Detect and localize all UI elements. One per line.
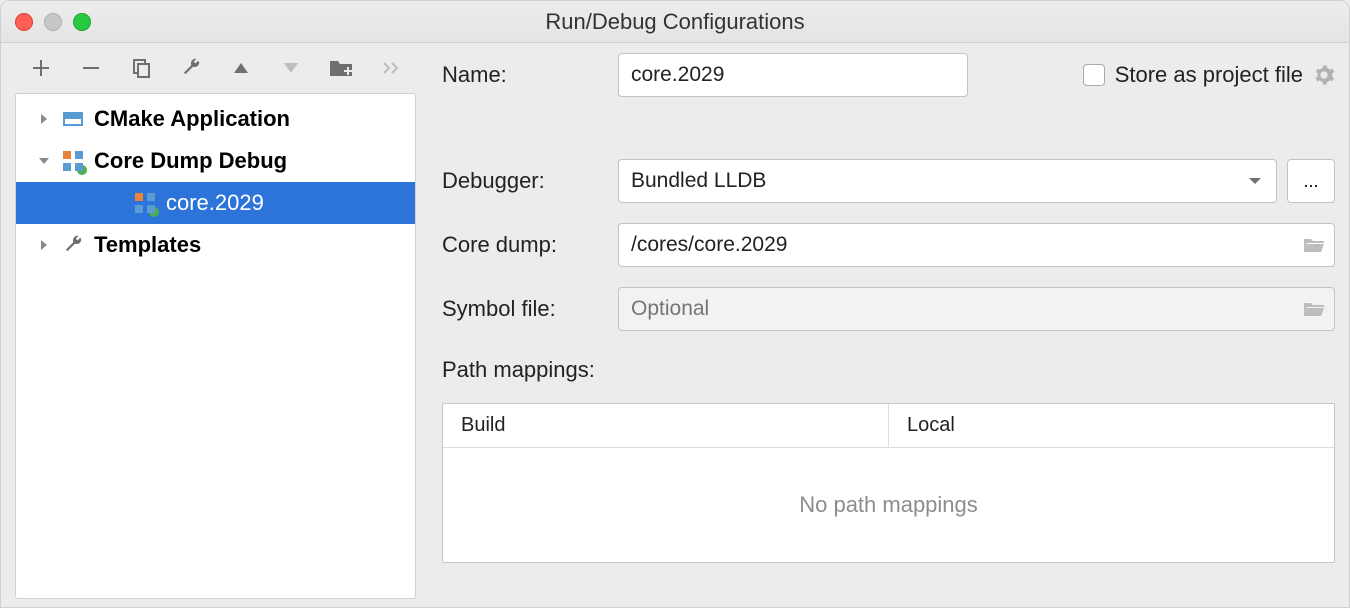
tree-node-core-2029[interactable]: ▶ core.2029 — [16, 182, 415, 224]
tree-node-label: core.2029 — [166, 190, 264, 216]
store-checkbox[interactable] — [1083, 64, 1105, 86]
symbolfile-label: Symbol file: — [442, 296, 618, 322]
store-as-project-file[interactable]: Store as project file — [1083, 62, 1335, 88]
folder-open-icon[interactable] — [1303, 300, 1325, 318]
tree-node-core-dump-debug[interactable]: Core Dump Debug — [16, 140, 415, 182]
minimize-window-button[interactable] — [44, 13, 62, 31]
plus-icon — [32, 59, 50, 77]
col-build: Build — [443, 404, 889, 447]
triangle-up-icon — [233, 62, 249, 74]
name-row: Name: Store as project file — [442, 53, 1335, 97]
run-debug-config-window: Run/Debug Configurations — [0, 0, 1350, 608]
debugger-row: Debugger: Bundled LLDB ... — [442, 159, 1335, 203]
path-mappings-label: Path mappings: — [442, 357, 1335, 383]
coredump-input[interactable] — [618, 223, 1335, 267]
folder-open-icon[interactable] — [1303, 236, 1325, 254]
tree-node-cmake-application[interactable]: CMake Application — [16, 98, 415, 140]
name-input[interactable] — [618, 53, 968, 97]
window-controls — [15, 13, 91, 31]
tree-node-templates[interactable]: Templates — [16, 224, 415, 266]
chevron-right-icon — [36, 239, 52, 251]
remove-config-button[interactable] — [79, 56, 103, 80]
name-label: Name: — [442, 62, 618, 88]
debugger-more-button[interactable]: ... — [1287, 159, 1335, 203]
save-folder-button[interactable] — [329, 56, 353, 80]
move-down-button[interactable] — [279, 56, 303, 80]
add-config-button[interactable] — [29, 56, 53, 80]
edit-settings-button[interactable] — [179, 56, 203, 80]
config-form: Name: Store as project file Debugger: Bu… — [416, 43, 1349, 607]
core-dump-icon — [62, 150, 84, 172]
config-tree[interactable]: CMake Application Core Dump Debug ▶ core… — [15, 93, 416, 599]
copy-config-button[interactable] — [129, 56, 153, 80]
coredump-row: Core dump: — [442, 223, 1335, 267]
tree-node-label: Core Dump Debug — [94, 148, 287, 174]
window-body: CMake Application Core Dump Debug ▶ core… — [1, 43, 1349, 607]
debugger-value: Bundled LLDB — [631, 169, 766, 193]
chevron-double-right-icon — [382, 61, 400, 75]
left-pane: CMake Application Core Dump Debug ▶ core… — [1, 43, 416, 607]
wrench-icon — [62, 234, 84, 256]
minus-icon — [82, 59, 100, 77]
copy-icon — [131, 58, 151, 78]
debugger-label: Debugger: — [442, 168, 618, 194]
cmake-app-icon — [62, 108, 84, 130]
wrench-icon — [180, 57, 202, 79]
config-toolbar — [1, 43, 416, 87]
path-mappings-table[interactable]: Build Local No path mappings — [442, 403, 1335, 563]
chevron-right-icon — [36, 113, 52, 125]
more-toolbar-button[interactable] — [379, 56, 403, 80]
maximize-window-button[interactable] — [73, 13, 91, 31]
chevron-down-icon — [1248, 176, 1262, 186]
table-header: Build Local — [443, 404, 1334, 448]
folder-plus-icon — [329, 58, 353, 78]
move-up-button[interactable] — [229, 56, 253, 80]
table-empty-message: No path mappings — [443, 448, 1334, 562]
debugger-select[interactable]: Bundled LLDB — [618, 159, 1277, 203]
symbolfile-input[interactable] — [618, 287, 1335, 331]
core-dump-icon — [134, 192, 156, 214]
window-title: Run/Debug Configurations — [545, 9, 804, 35]
tree-node-label: Templates — [94, 232, 201, 258]
titlebar: Run/Debug Configurations — [1, 1, 1349, 43]
gear-icon[interactable] — [1313, 64, 1335, 86]
symbolfile-row: Symbol file: — [442, 287, 1335, 331]
coredump-label: Core dump: — [442, 232, 618, 258]
chevron-down-icon — [36, 156, 52, 166]
tree-node-label: CMake Application — [94, 106, 290, 132]
triangle-down-icon — [283, 62, 299, 74]
col-local: Local — [889, 404, 1334, 447]
close-window-button[interactable] — [15, 13, 33, 31]
store-label: Store as project file — [1115, 62, 1303, 88]
